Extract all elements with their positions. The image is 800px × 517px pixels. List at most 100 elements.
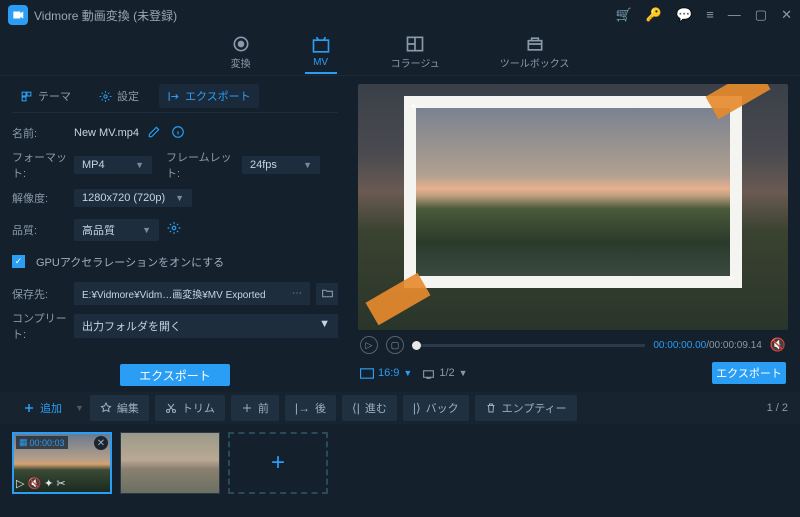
mv-icon (311, 37, 331, 55)
play-button[interactable]: ▷ (360, 336, 378, 354)
row-resolution: 解像度: 1280x720 (720p)▼ (12, 186, 338, 210)
subtab-settings[interactable]: 設定 (91, 84, 147, 108)
edit-name-icon[interactable] (145, 123, 163, 144)
row-quality: 品質: 高品質▼ (12, 218, 338, 242)
row-format: フォーマット: MP4▼ フレームレット: 24fps▼ (12, 153, 338, 178)
page-indicator: 1 / 2 (767, 402, 788, 414)
maximize-icon[interactable]: ▢ (755, 7, 767, 23)
format-label: フォーマット: (12, 149, 68, 181)
timeline-toolbar: 追加 ▼ 編集 トリム 前 |→後 ⟨|進む |⟩バック エンプティー 1 / … (0, 392, 800, 424)
stop-button[interactable]: ▢ (386, 336, 404, 354)
info-icon[interactable] (169, 123, 187, 144)
tab-toolbox[interactable]: ツールボックス (500, 35, 570, 70)
right-panel: + + + + ▷ ▢ 00:00:00.00/00:00:09.14 🔇 16… (350, 76, 800, 392)
empty-button[interactable]: エンプティー (475, 395, 577, 421)
trim-mini-icon[interactable]: ✂ (56, 477, 65, 490)
tab-mv[interactable]: MV (311, 37, 331, 68)
resolution-select[interactable]: 1280x720 (720p)▼ (74, 189, 192, 207)
timeline-clip-1[interactable]: ▦00:00:03 ✕ ▷ 🔇 ✦ ✂ (12, 432, 112, 494)
browse-ellipsis[interactable]: ⋯ (292, 288, 302, 299)
window-title: Vidmore 動画変換 (未登録) (34, 7, 616, 24)
complete-label: コンプリート: (12, 310, 68, 342)
chevron-down-icon: ▼ (459, 368, 468, 378)
play-mini-icon[interactable]: ▷ (16, 477, 24, 490)
tab-mv-label: MV (313, 57, 328, 68)
framerate-label: フレームレット: (166, 149, 236, 181)
resize-handle-icon[interactable]: + (410, 102, 418, 110)
tab-collage-label: コラージュ (391, 55, 440, 70)
key-icon[interactable]: 🔑 (646, 7, 662, 23)
photo-image: + + + + (416, 108, 730, 276)
add-clip-slot[interactable]: + (228, 432, 328, 494)
toolbox-icon (525, 35, 545, 53)
close-icon[interactable]: ✕ (781, 7, 792, 23)
tab-collage[interactable]: コラージュ (391, 35, 440, 70)
move-front-button[interactable]: 前 (231, 395, 279, 421)
subtab-settings-label: 設定 (117, 88, 139, 104)
name-label: 名前: (12, 125, 68, 141)
move-back-button[interactable]: |→後 (285, 395, 336, 421)
subtab-export[interactable]: エクスポート (159, 84, 259, 108)
name-value: New MV.mp4 (74, 127, 139, 139)
seek-slider[interactable] (412, 344, 645, 347)
trim-button[interactable]: トリム (155, 395, 225, 421)
export-button-left[interactable]: エクスポート (120, 364, 230, 386)
row-complete: コンプリート: 出力フォルダを開く▼ (12, 314, 338, 339)
cart-icon[interactable]: 🛒 (616, 7, 632, 23)
tab-convert[interactable]: 変換 (231, 35, 251, 70)
tab-toolbox-label: ツールボックス (500, 55, 570, 70)
clip-duration-badge: ▦00:00:03 (16, 436, 68, 449)
chevron-down-icon: ▼ (303, 160, 312, 170)
page-display[interactable]: 1/2 ▼ (422, 367, 467, 379)
preview-area[interactable]: + + + + (358, 84, 788, 330)
chevron-down-icon: ▼ (135, 160, 144, 170)
clip-thumbnail (121, 433, 219, 493)
convert-icon (231, 35, 251, 53)
chevron-down-icon[interactable]: ▼ (75, 403, 84, 413)
open-folder-button[interactable] (316, 283, 338, 305)
resize-handle-icon[interactable]: + (728, 274, 736, 282)
edit-button[interactable]: 編集 (90, 395, 149, 421)
row-gpu: ✓ GPUアクセラレーションをオンにする (12, 250, 338, 274)
photo-frame: + + + + (404, 96, 742, 288)
sub-tabs: テーマ 設定 エクスポート (12, 84, 338, 113)
minimize-icon[interactable]: — (728, 7, 741, 23)
mode-tabs: 変換 MV コラージュ ツールボックス (0, 30, 800, 76)
forward-button[interactable]: ⟨|進む (342, 395, 397, 421)
seek-thumb[interactable] (412, 341, 421, 350)
menu-icon[interactable]: ≡ (706, 7, 714, 23)
chevron-down-icon: ▼ (319, 318, 330, 334)
window-controls: 🛒 🔑 💬 ≡ — ▢ ✕ (616, 7, 792, 23)
aspect-select[interactable]: 16:9 ▼ (360, 367, 412, 379)
main-area: テーマ 設定 エクスポート 名前: New MV.mp4 フォーマット: MP4… (0, 76, 800, 392)
chevron-down-icon: ▼ (403, 368, 412, 378)
complete-select[interactable]: 出力フォルダを開く▼ (74, 314, 338, 338)
chevron-down-icon: ▼ (175, 193, 184, 203)
framerate-select[interactable]: 24fps▼ (242, 156, 320, 174)
left-panel: テーマ 設定 エクスポート 名前: New MV.mp4 フォーマット: MP4… (0, 76, 350, 392)
quality-select[interactable]: 高品質▼ (74, 219, 159, 241)
export-button-right[interactable]: エクスポート (712, 362, 786, 384)
collage-icon (405, 35, 425, 53)
gpu-label: GPUアクセラレーションをオンにする (36, 254, 224, 270)
volume-icon[interactable]: 🔇 (770, 337, 786, 353)
edit-mini-icon[interactable]: ✦ (44, 477, 53, 490)
timeline-clip-2[interactable] (120, 432, 220, 494)
gpu-checkbox[interactable]: ✓ (12, 255, 25, 268)
savepath-label: 保存先: (12, 286, 68, 302)
plus-icon: + (271, 449, 285, 477)
gear-icon[interactable] (165, 219, 183, 240)
savepath-field[interactable]: E:¥Vidmore¥Vidm…画変換¥MV Exported ⋯ (74, 282, 310, 305)
time-display: 00:00:00.00/00:00:09.14 (653, 340, 761, 351)
chevron-down-icon: ▼ (142, 225, 151, 235)
subtab-theme[interactable]: テーマ (12, 84, 79, 108)
savepath-value: E:¥Vidmore¥Vidm…画変換¥MV Exported (82, 286, 266, 301)
subtab-export-label: エクスポート (185, 88, 251, 104)
mute-mini-icon[interactable]: 🔇 (27, 477, 41, 490)
titlebar: Vidmore 動画変換 (未登録) 🛒 🔑 💬 ≡ — ▢ ✕ (0, 0, 800, 30)
format-select[interactable]: MP4▼ (74, 156, 152, 174)
feedback-icon[interactable]: 💬 (676, 7, 692, 23)
backward-button[interactable]: |⟩バック (403, 395, 469, 421)
add-button[interactable]: 追加 (12, 394, 73, 422)
remove-clip-icon[interactable]: ✕ (94, 436, 108, 450)
